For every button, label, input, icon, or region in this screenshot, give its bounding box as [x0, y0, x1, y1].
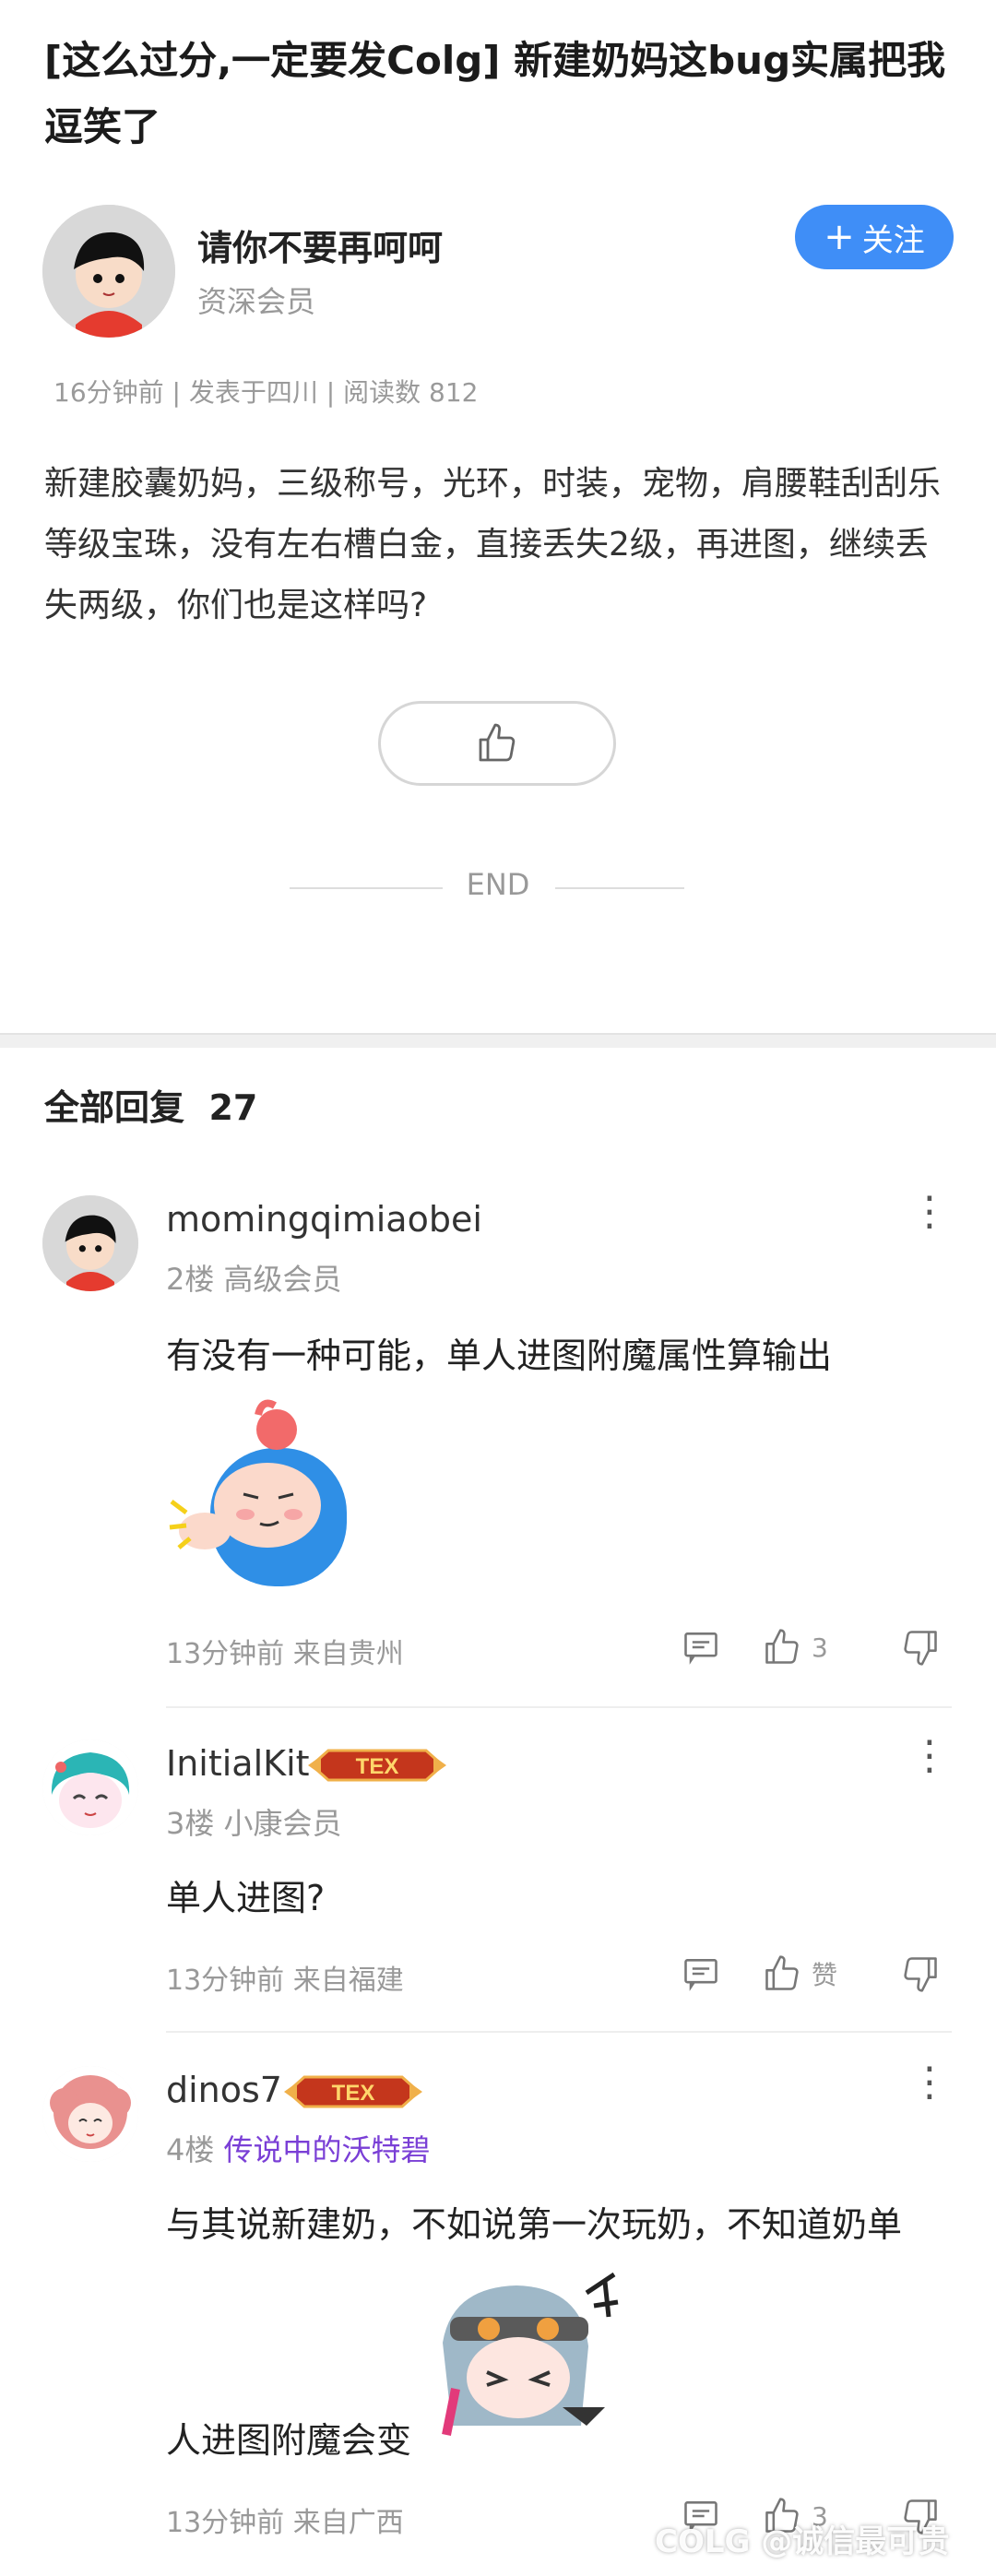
- thumbs-down-icon: [904, 1957, 937, 1992]
- comment-avatar[interactable]: [42, 1739, 138, 1835]
- comment-text-line2: 人进图附魔会变: [166, 2420, 412, 2461]
- comment-time: 13分钟前 来自福建: [166, 1965, 404, 1997]
- comment-floor-level: 2楼 高级会员: [166, 1256, 342, 1299]
- comment-icon: [684, 1959, 717, 1991]
- watermark: COLG @诚信最可贵: [655, 2523, 950, 2560]
- svg-text:TEX: TEX: [332, 2081, 375, 2106]
- comment-avatar[interactable]: [42, 2066, 138, 2162]
- comment-time: 13分钟前 来自广西: [166, 2507, 404, 2539]
- replies-label: 全部回复: [44, 1087, 185, 1128]
- thumbs-up-icon: [479, 723, 516, 762]
- tex-badge: TEX: [308, 1745, 446, 1789]
- comment-level: 高级会员: [223, 1262, 342, 1297]
- reply-button[interactable]: [681, 1953, 721, 1994]
- post-meta: 16分钟前 | 发表于四川 | 阅读数 812: [53, 377, 479, 408]
- like-count: 赞: [812, 1960, 838, 1990]
- comment-sticker-image: [166, 1393, 369, 1590]
- comment-sticker-image: [424, 2269, 627, 2457]
- post-body: 新建胶囊奶妈，三级称号，光环，时装，宠物，肩腰鞋刮刮乐等级宝珠，没有左右槽白金，…: [44, 465, 942, 624]
- comment-author-name[interactable]: InitialKit: [166, 1743, 310, 1784]
- follow-button[interactable]: + 关注: [795, 205, 954, 269]
- end-line-right: [555, 887, 684, 889]
- dislike-button[interactable]: [900, 1627, 941, 1668]
- comment-floor: 3楼: [166, 1806, 215, 1841]
- comment-divider: [166, 2031, 952, 2033]
- end-label: END: [466, 867, 530, 902]
- author-avatar[interactable]: [42, 205, 175, 338]
- like-count: 3: [812, 1632, 828, 1663]
- comment-text-line1: 与其说新建奶，不如说第一次玩奶，不知道奶单: [166, 2204, 903, 2245]
- more-options-icon[interactable]: ⋮: [909, 1192, 950, 1232]
- comment-text: 单人进图?: [166, 1878, 326, 1918]
- comment-floor-level: 4楼 传说中的沃特碧: [166, 2127, 431, 2169]
- comment-avatar[interactable]: [42, 1195, 138, 1291]
- comment-text: 有没有一种可能，单人进图附魔属性算输出: [166, 1335, 833, 1376]
- like-button[interactable]: 3: [762, 1627, 828, 1668]
- comment-icon: [684, 1632, 717, 1665]
- post-title: [这么过分,一定要发Colg] 新建奶妈这bug实属把我逗笑了: [44, 38, 946, 149]
- replies-header: 全部回复 27: [44, 1079, 257, 1130]
- section-divider: [0, 1033, 996, 1048]
- end-line-left: [290, 887, 443, 889]
- comment-author-name[interactable]: dinos7: [166, 2070, 282, 2110]
- comment-divider: [166, 1706, 952, 1708]
- post-like-button[interactable]: [378, 701, 616, 786]
- thumbs-up-icon: [765, 1955, 799, 1990]
- comment-floor: 2楼: [166, 1262, 215, 1297]
- author-level: 资深会员: [197, 284, 316, 319]
- tex-badge: TEX: [284, 2071, 422, 2116]
- follow-label: 关注: [861, 221, 925, 259]
- dislike-button[interactable]: [900, 1953, 941, 1994]
- thumbs-down-icon: [904, 1631, 937, 1666]
- like-button[interactable]: 赞: [762, 1953, 837, 1994]
- author-name[interactable]: 请你不要再呵呵: [197, 220, 443, 270]
- svg-text:TEX: TEX: [356, 1754, 399, 1779]
- comment-time: 13分钟前 来自贵州: [166, 1638, 404, 1670]
- replies-count: 27: [208, 1087, 258, 1128]
- thumbs-up-icon: [765, 1629, 799, 1664]
- comment-floor: 4楼: [166, 2132, 215, 2167]
- comment-level: 小康会员: [223, 1806, 342, 1841]
- more-options-icon[interactable]: ⋮: [909, 2062, 950, 2103]
- plus-icon: +: [824, 216, 855, 258]
- comment-floor-level: 3楼 小康会员: [166, 1800, 342, 1843]
- more-options-icon[interactable]: ⋮: [909, 1736, 950, 1776]
- comment-level: 传说中的沃特碧: [223, 2132, 431, 2167]
- reply-button[interactable]: [681, 1627, 721, 1668]
- comment-author-name[interactable]: momingqimiaobei: [166, 1199, 482, 1240]
